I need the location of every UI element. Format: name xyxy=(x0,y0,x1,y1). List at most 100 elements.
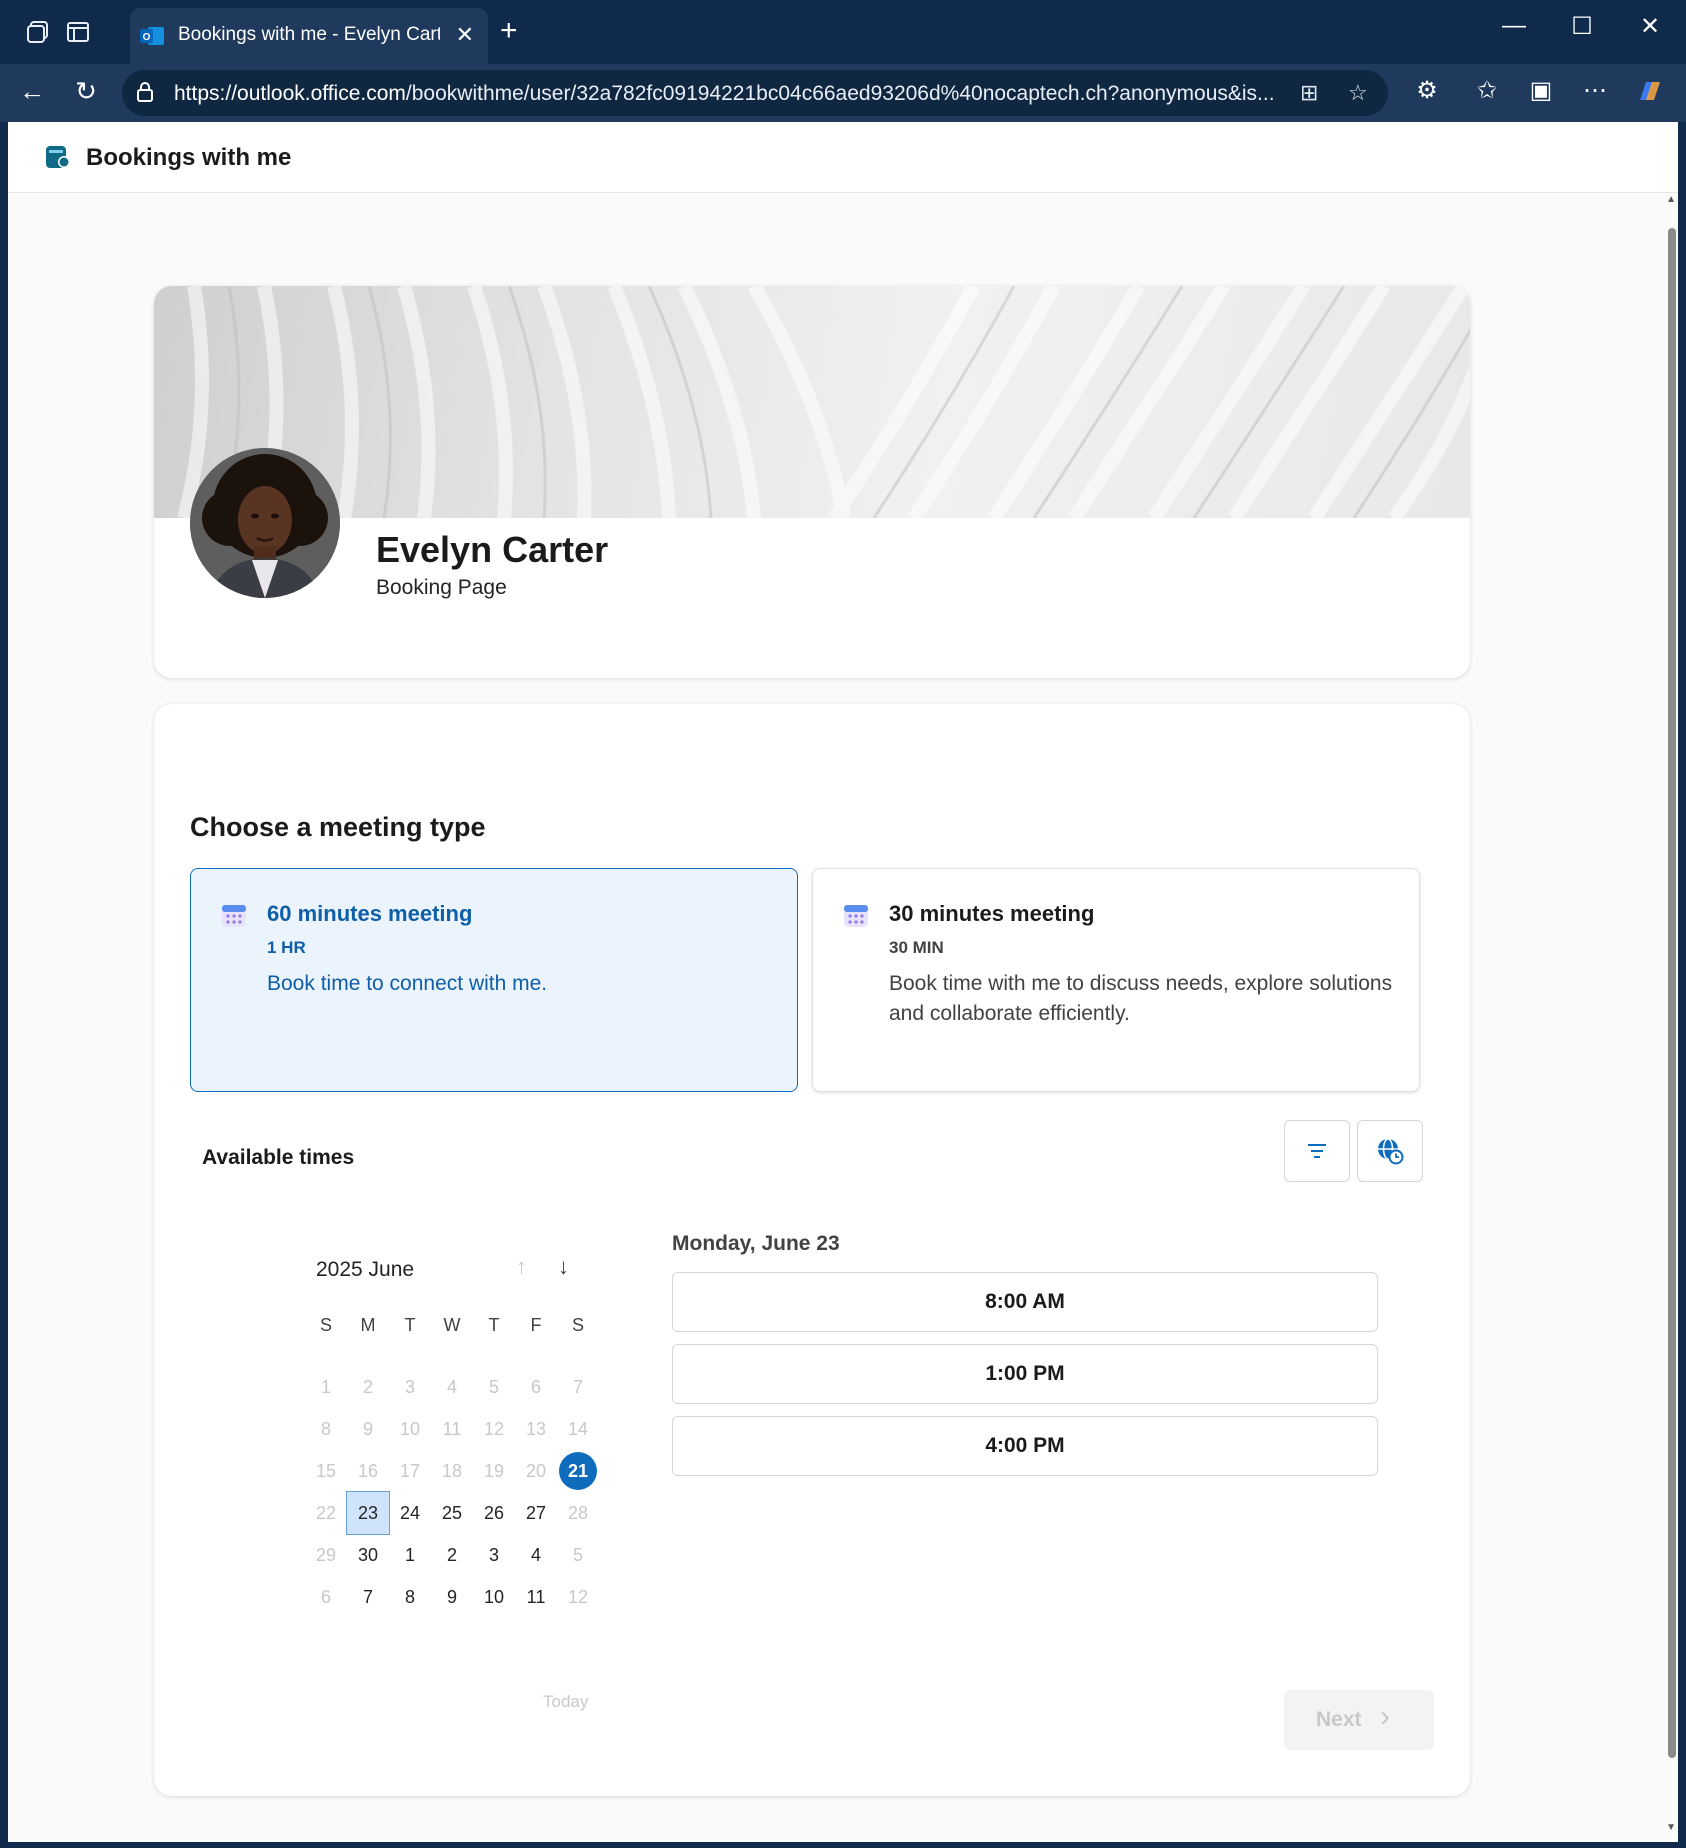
calendar-day: 6 xyxy=(530,1377,541,1397)
calendar-day[interactable]: 24 xyxy=(389,1492,431,1534)
available-times-heading: Available times xyxy=(202,1146,355,1169)
avatar xyxy=(190,448,340,598)
calendar-day[interactable]: 11 xyxy=(515,1576,557,1618)
lock-icon[interactable] xyxy=(134,80,156,109)
favorites-icon[interactable]: ✩ xyxy=(1470,76,1504,105)
weekday-header: W xyxy=(443,1315,461,1335)
next-button-label: Next xyxy=(1316,1708,1362,1731)
weekday-header: T xyxy=(404,1315,416,1335)
tab-bookings[interactable]: O Bookings with me - Evelyn Carter ✕ xyxy=(130,8,488,64)
favorite-star-icon[interactable]: ☆ xyxy=(1348,80,1368,106)
tab-title: Bookings with me - Evelyn Carter xyxy=(178,24,440,45)
calendar-day: 12 xyxy=(483,1419,505,1439)
refresh-icon[interactable]: ↻ xyxy=(68,76,104,107)
next-month-icon[interactable]: ↓ xyxy=(558,1254,569,1280)
meeting-title: 30 minutes meeting xyxy=(889,901,1095,926)
collections-icon[interactable]: ▣ xyxy=(1524,76,1558,105)
url-text[interactable]: https://outlook.office.com/bookwithme/us… xyxy=(174,82,1404,106)
calendar-day[interactable]: 23 xyxy=(346,1491,390,1535)
meeting-type-60min[interactable]: 60 minutes meeting 1 HR Book time to con… xyxy=(190,868,798,1092)
calendar-day: 13 xyxy=(525,1419,547,1439)
calendar-day[interactable]: 25 xyxy=(431,1492,473,1534)
calendar-day: 6 xyxy=(320,1587,331,1607)
calendar-day: 16 xyxy=(357,1461,379,1481)
browser-window: O Bookings with me - Evelyn Carter ✕ + —… xyxy=(0,0,1686,1848)
meeting-type-30min[interactable]: 30 minutes meeting 30 MIN Book time with… xyxy=(812,868,1420,1092)
calendar-day: 17 xyxy=(399,1461,421,1481)
calendar-day: 28 xyxy=(567,1503,589,1523)
weekday-header: S xyxy=(319,1315,332,1335)
meeting-type-heading: Choose a meeting type xyxy=(190,812,486,842)
calendar-day: 1 xyxy=(320,1377,331,1397)
copilot-icon[interactable] xyxy=(1632,76,1666,113)
close-tab-icon[interactable]: ✕ xyxy=(456,22,474,48)
booking-card: Choose a meeting type 60 minutes meeting… xyxy=(154,704,1470,1796)
calendar-day: 10 xyxy=(399,1419,421,1439)
minimize-icon[interactable]: — xyxy=(1494,12,1534,40)
extensions-icon[interactable]: ⚙ xyxy=(1410,76,1444,105)
calendar-day[interactable]: 9 xyxy=(431,1576,473,1618)
title-bar: O Bookings with me - Evelyn Carter ✕ + —… xyxy=(0,0,1686,64)
time-slot-button[interactable]: 1:00 PM xyxy=(672,1344,1378,1404)
calendar-day: 29 xyxy=(315,1545,337,1565)
meeting-title: 60 minutes meeting xyxy=(267,901,473,926)
workspaces-icon[interactable] xyxy=(24,18,52,46)
calendar-day: 5 xyxy=(572,1545,583,1565)
url-path: /bookwithme/user/32a782fc09194221bc04c66… xyxy=(405,82,1275,105)
today-button[interactable]: Today xyxy=(543,1692,588,1712)
scrollbar[interactable] xyxy=(1668,228,1676,1758)
bookings-logo-icon xyxy=(46,144,72,170)
weekday-header: M xyxy=(360,1315,376,1335)
calendar-day[interactable]: 30 xyxy=(347,1534,389,1576)
calendar-day[interactable]: 1 xyxy=(389,1534,431,1576)
app-header: Bookings with me xyxy=(8,122,1678,193)
calendar-day: 5 xyxy=(488,1377,499,1397)
profile-name: Evelyn Carter xyxy=(376,529,609,570)
back-icon[interactable]: ← xyxy=(14,76,50,107)
calendar-day[interactable]: 10 xyxy=(473,1576,515,1618)
calendar-day: 15 xyxy=(315,1461,337,1481)
vertical-tabs-icon[interactable] xyxy=(64,18,92,46)
cover-banner xyxy=(154,286,1470,518)
globe-clock-icon xyxy=(1376,1137,1404,1170)
outlook-icon: O xyxy=(140,25,164,47)
scroll-up-icon[interactable]: ▲ xyxy=(1666,194,1676,205)
calendar-day: 3 xyxy=(404,1377,415,1397)
next-button[interactable]: Next › xyxy=(1284,1690,1434,1750)
previous-month-icon[interactable]: ↑ xyxy=(516,1254,527,1280)
new-tab-icon[interactable]: + xyxy=(500,14,518,48)
split-screen-icon[interactable]: ⊞ xyxy=(1300,80,1318,106)
calendar-day: 4 xyxy=(446,1377,457,1397)
calendar-day[interactable]: 21 xyxy=(559,1452,597,1490)
calendar-day[interactable]: 7 xyxy=(347,1576,389,1618)
maximize-icon[interactable]: ☐ xyxy=(1562,12,1602,41)
calendar-day: 2 xyxy=(362,1377,373,1397)
svg-text:O: O xyxy=(143,32,151,43)
calendar-day[interactable]: 26 xyxy=(473,1492,515,1534)
filter-button[interactable] xyxy=(1284,1120,1350,1182)
weekday-header: F xyxy=(530,1315,542,1335)
meeting-description: Book time with me to discuss needs, expl… xyxy=(889,972,1393,1025)
more-options-icon[interactable]: ⋯ xyxy=(1578,76,1612,105)
calendar-day: 18 xyxy=(441,1461,463,1481)
profile-subtitle: Booking Page xyxy=(376,576,507,599)
calendar-day[interactable]: 27 xyxy=(515,1492,557,1534)
timezone-button[interactable] xyxy=(1357,1120,1423,1182)
close-window-icon[interactable]: ✕ xyxy=(1630,12,1670,41)
time-slot-button[interactable]: 4:00 PM xyxy=(672,1416,1378,1476)
calendar-day[interactable]: 4 xyxy=(515,1534,557,1576)
calendar-month-label: 2025 June xyxy=(316,1258,415,1281)
calendar-day: 14 xyxy=(567,1419,589,1439)
calendar-day[interactable]: 8 xyxy=(389,1576,431,1618)
calendar-day[interactable]: 3 xyxy=(473,1534,515,1576)
scroll-down-icon[interactable]: ▼ xyxy=(1666,1822,1676,1833)
calendar-day: 8 xyxy=(320,1419,331,1439)
time-slot-button[interactable]: 8:00 AM xyxy=(672,1272,1378,1332)
weekday-header: S xyxy=(571,1315,584,1335)
filter-icon xyxy=(1305,1141,1329,1166)
calendar-day: 12 xyxy=(567,1587,589,1607)
calendar-day[interactable]: 2 xyxy=(431,1534,473,1576)
calendar-day: 7 xyxy=(572,1377,583,1397)
calendar-day: 11 xyxy=(442,1419,462,1439)
address-bar[interactable]: https://outlook.office.com/bookwithme/us… xyxy=(122,70,1388,116)
